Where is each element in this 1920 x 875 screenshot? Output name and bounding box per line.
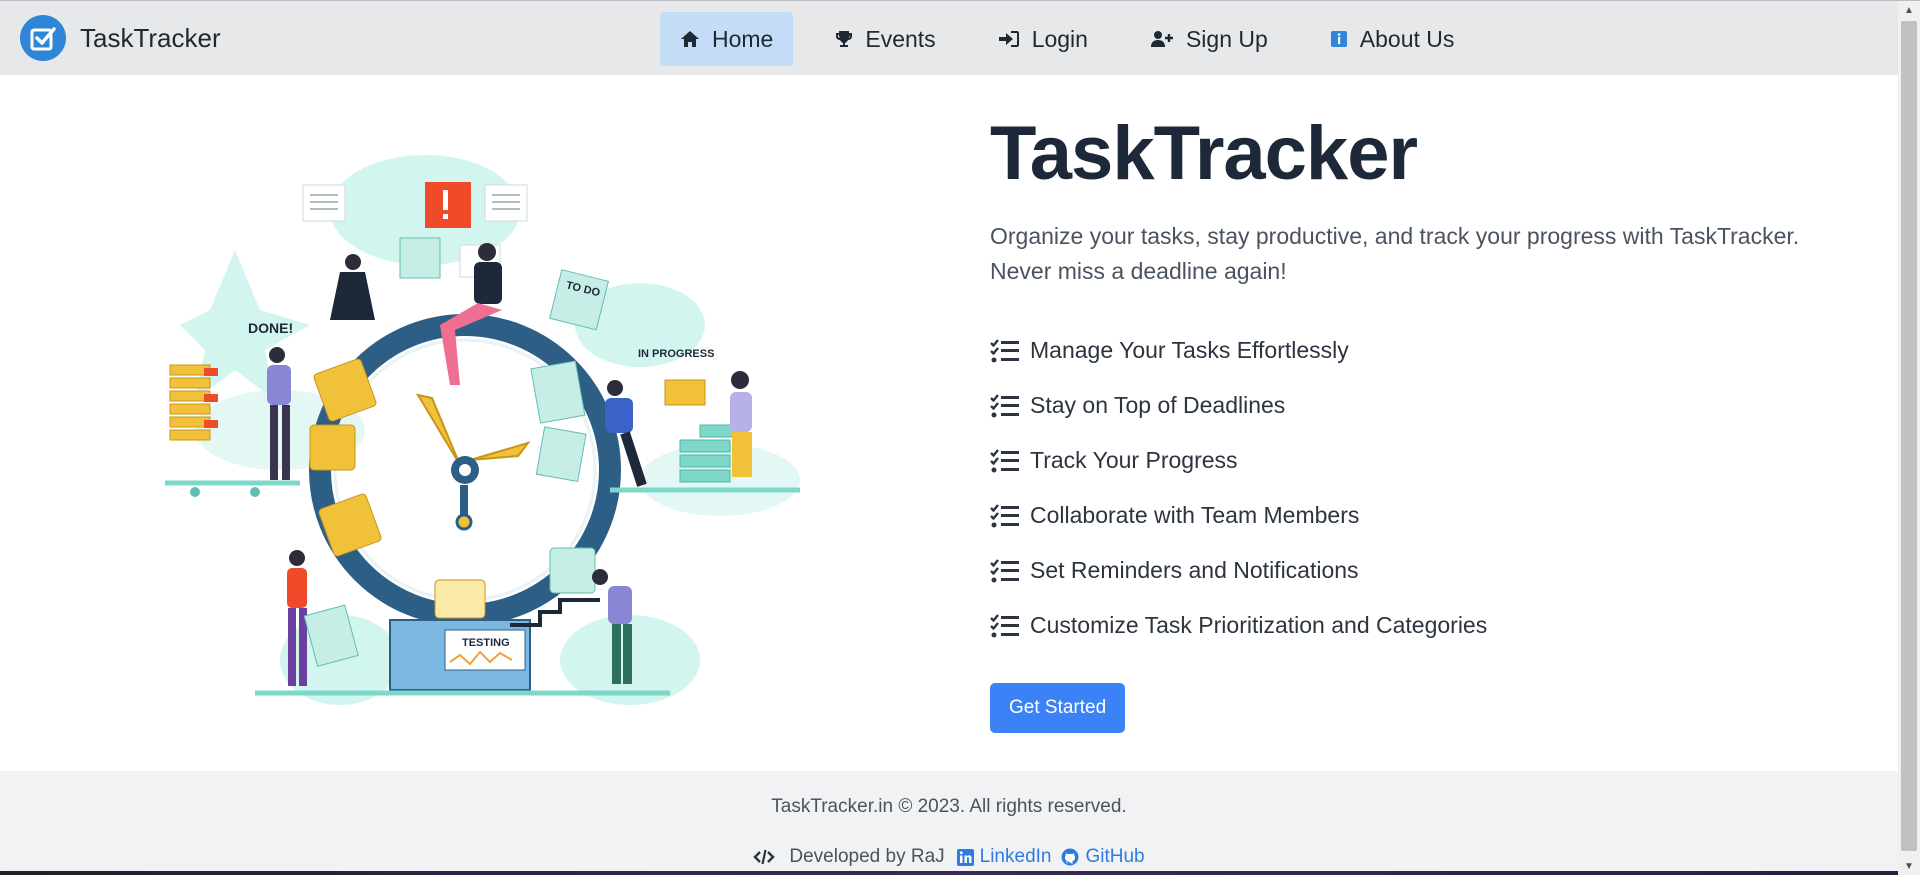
checkbox-logo-icon: [20, 15, 66, 61]
github-link[interactable]: GitHub: [1061, 846, 1145, 868]
nav-login[interactable]: Login: [978, 12, 1108, 66]
feature-label: Stay on Top of Deadlines: [1030, 392, 1286, 419]
navbar: TaskTracker Home Events Login Sign Up Ab…: [0, 1, 1898, 75]
linkedin-icon: [956, 848, 974, 866]
feature-label: Collaborate with Team Members: [1030, 502, 1360, 529]
list-item: Manage Your Tasks Effortlessly: [990, 323, 1850, 378]
nav-events-label: Events: [865, 25, 936, 52]
hero-description: Organize your tasks, stay productive, an…: [990, 223, 1800, 285]
list-item: Track Your Progress: [990, 433, 1850, 488]
brand-name: TaskTracker: [80, 22, 221, 53]
trophy-icon: [836, 31, 853, 47]
nav-about[interactable]: About Us: [1310, 12, 1475, 66]
github-icon: [1061, 848, 1079, 866]
feature-label: Customize Task Prioritization and Catego…: [1030, 612, 1488, 639]
scroll-down-arrow-icon[interactable]: ▼: [1898, 857, 1920, 875]
hero-section: TaskTracker Organize your tasks, stay pr…: [990, 110, 1850, 734]
feature-label: Set Reminders and Notifications: [1030, 557, 1359, 584]
in-progress-label: IN PROGRESS: [638, 348, 714, 360]
login-icon: [998, 31, 1019, 47]
nav-home-label: Home: [712, 25, 774, 52]
info-icon: [1330, 31, 1347, 47]
checklist-icon: [990, 394, 1019, 418]
checklist-icon: [990, 504, 1019, 528]
linkedin-label: LinkedIn: [979, 846, 1052, 867]
github-label: GitHub: [1085, 846, 1145, 867]
brand[interactable]: TaskTracker: [20, 15, 221, 61]
checklist-icon: [990, 559, 1019, 583]
testing-label: TESTING: [462, 637, 510, 649]
done-label: DONE!: [248, 320, 293, 336]
feature-list: Manage Your Tasks Effortlessly Stay on T…: [990, 323, 1850, 653]
feature-label: Track Your Progress: [1030, 447, 1238, 474]
hero-title: TaskTracker: [990, 111, 1418, 196]
feature-label: Manage Your Tasks Effortlessly: [1030, 337, 1349, 364]
footer-copyright: TaskTracker.in © 2023. All rights reserv…: [771, 796, 1127, 817]
list-item: Collaborate with Team Members: [990, 488, 1850, 543]
footer-developer-line: Developed by RaJ LinkedIn GitHub: [0, 846, 1898, 868]
linkedin-link[interactable]: LinkedIn: [956, 846, 1052, 868]
nav-signup-label: Sign Up: [1185, 25, 1268, 52]
nav-login-label: Login: [1031, 25, 1088, 52]
nav-signup[interactable]: Sign Up: [1130, 12, 1288, 66]
taskbar-edge: [0, 871, 1898, 875]
list-item: Stay on Top of Deadlines: [990, 378, 1850, 433]
developed-by-text: Developed by RaJ: [789, 846, 945, 867]
vertical-scrollbar[interactable]: ▲ ▼: [1898, 1, 1920, 875]
nav-about-label: About Us: [1359, 25, 1455, 52]
list-item: Set Reminders and Notifications: [990, 543, 1850, 598]
hero-illustration: TO DO DONE! IN PROGRESS TESTING: [165, 155, 800, 705]
nav-events[interactable]: Events: [815, 12, 955, 66]
home-icon: [681, 31, 699, 47]
checklist-icon: [990, 449, 1019, 473]
nav-home[interactable]: Home: [660, 12, 794, 66]
get-started-button[interactable]: Get Started: [990, 683, 1126, 734]
checklist-icon: [990, 614, 1019, 638]
scroll-thumb[interactable]: [1901, 21, 1917, 851]
code-icon: [753, 849, 776, 865]
list-item: Customize Task Prioritization and Catego…: [990, 598, 1850, 653]
checklist-icon: [990, 339, 1019, 363]
user-plus-icon: [1150, 31, 1173, 47]
footer: TaskTracker.in © 2023. All rights reserv…: [0, 771, 1898, 875]
nav-links: Home Events Login Sign Up About Us: [660, 12, 1496, 66]
scroll-up-arrow-icon[interactable]: ▲: [1898, 1, 1920, 19]
